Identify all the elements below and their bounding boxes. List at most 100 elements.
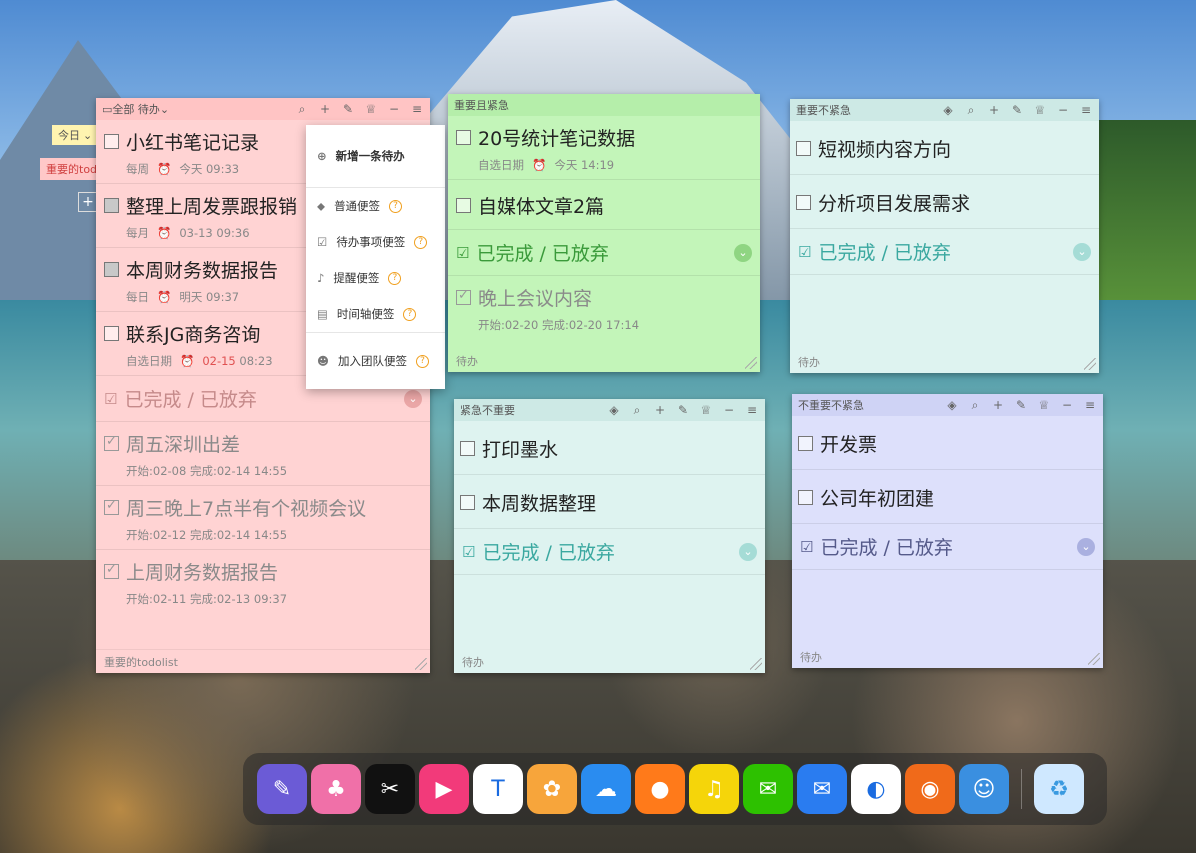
search-icon[interactable]: ⌕ <box>295 102 309 116</box>
photos-app-icon[interactable]: ✿ <box>527 764 577 814</box>
todo-item: 公司年初团建 <box>792 470 1103 524</box>
add-note-icon[interactable]: + <box>78 192 98 212</box>
pin-icon[interactable]: ✎ <box>1014 398 1028 412</box>
notes-app-icon[interactable]: ✎ <box>257 764 307 814</box>
chevron-down-icon[interactable]: ⌄ <box>1073 242 1091 261</box>
layers-icon[interactable]: ◈ <box>607 403 621 417</box>
menu-item-normal-note[interactable]: ⬥ 普通便签 ? <box>306 188 445 224</box>
chevron-down-icon[interactable]: ⌄ <box>739 542 757 561</box>
menu-icon[interactable]: ≡ <box>1083 398 1097 412</box>
completed-section-toggle[interactable]: ☑ 已完成 / 已放弃 ⌄ <box>792 524 1103 570</box>
add-icon[interactable]: + <box>318 102 332 116</box>
layers-icon[interactable]: ◈ <box>945 398 959 412</box>
todo-checkbox[interactable] <box>104 262 119 277</box>
character-app-icon[interactable]: ♣ <box>311 764 361 814</box>
todo-checkbox[interactable] <box>796 141 811 156</box>
folder-icon: ▭ <box>102 103 113 116</box>
skin-icon[interactable]: ♕ <box>1037 398 1051 412</box>
pin-icon[interactable]: ✎ <box>676 403 690 417</box>
note-footer-label: 待办 <box>800 651 822 664</box>
completed-section-toggle[interactable]: ☑ 已完成 / 已放弃 ⌄ <box>448 230 760 276</box>
pin-icon[interactable]: ✎ <box>1010 103 1024 117</box>
side-label-tag[interactable]: 重要的todolist <box>40 158 98 180</box>
cloud-app-icon[interactable]: ☁ <box>581 764 631 814</box>
add-icon[interactable]: + <box>987 103 1001 117</box>
todo-checkbox[interactable] <box>104 198 119 213</box>
menu-icon[interactable]: ≡ <box>1079 103 1093 117</box>
completed-section-toggle[interactable]: ☑ 已完成 / 已放弃 ⌄ <box>454 529 765 575</box>
chevron-down-icon[interactable]: ⌄ <box>1077 537 1095 556</box>
menu-item-reminder-note[interactable]: ♪ 提醒便签 ? <box>306 260 445 296</box>
resize-handle[interactable] <box>1088 653 1100 665</box>
resize-handle[interactable] <box>750 658 762 670</box>
resize-handle[interactable] <box>745 357 757 369</box>
todo-checkbox[interactable] <box>456 198 471 213</box>
filter-status-dropdown[interactable]: 待办 <box>138 103 160 116</box>
menu-item-timeline-note[interactable]: ▤ 时间轴便签 ? <box>306 296 445 332</box>
note-important-not-urgent: 重要不紧急 ◈ ⌕ + ✎ ♕ − ≡ 短视频内容方向 分析项目发展需求 ☑ 已… <box>790 99 1099 373</box>
search-icon[interactable]: ⌕ <box>968 398 982 412</box>
menu-icon[interactable]: ≡ <box>410 102 424 116</box>
menu-icon[interactable]: ≡ <box>745 403 759 417</box>
recycle-bin-icon[interactable]: ♻ <box>1034 764 1084 814</box>
qq-app-icon[interactable]: ◐ <box>851 764 901 814</box>
today-tag[interactable]: 今日 ⌄ <box>52 125 98 145</box>
add-icon[interactable]: + <box>991 398 1005 412</box>
layers-icon[interactable]: ◈ <box>941 103 955 117</box>
todo-checkbox[interactable] <box>104 134 119 149</box>
help-icon[interactable]: ? <box>416 354 429 368</box>
todo-checkbox-checked[interactable] <box>104 562 119 579</box>
menu-item-new-todo[interactable]: ⊕ 新增一条待办 <box>306 125 445 187</box>
chevron-down-icon[interactable]: ⌄ <box>734 243 752 262</box>
wechat-app-icon[interactable]: ✉ <box>743 764 793 814</box>
checkbox-checked-icon: ☑ <box>800 537 814 556</box>
resize-handle[interactable] <box>415 658 427 670</box>
note-urgent-important: 重要且紧急 20号统计笔记数据 自选日期 ⏰ 今天 14:19 自媒体文章2篇 ☑ … <box>448 94 760 372</box>
resize-handle[interactable] <box>1084 358 1096 370</box>
pin-icon[interactable]: ✎ <box>341 102 355 116</box>
skin-icon[interactable]: ♕ <box>699 403 713 417</box>
help-icon[interactable]: ? <box>389 199 403 213</box>
chevron-down-icon[interactable]: ⌄ <box>404 389 422 408</box>
menu-item-team-note[interactable]: ☻ 加入团队便签 ? <box>306 333 445 389</box>
filter-all-dropdown[interactable]: 全部 <box>112 103 134 116</box>
todo-checkbox-checked[interactable] <box>104 434 119 451</box>
todo-checkbox[interactable] <box>798 490 813 505</box>
finder-app-icon[interactable]: ☺ <box>959 764 1009 814</box>
video-app-icon[interactable]: ▶ <box>419 764 469 814</box>
note-not-important-not-urgent: 不重要不紧急 ◈ ⌕ + ✎ ♕ − ≡ 开发票 公司年初团建 ☑ 已完成 / … <box>792 394 1103 668</box>
firefox-app-icon[interactable]: ● <box>635 764 685 814</box>
add-icon[interactable]: + <box>653 403 667 417</box>
todo-checkbox[interactable] <box>460 441 475 456</box>
todo-checkbox-checked[interactable] <box>104 498 119 515</box>
music-app-icon[interactable]: ♫ <box>689 764 739 814</box>
search-icon[interactable]: ⌕ <box>964 103 978 117</box>
todo-checkbox[interactable] <box>104 326 119 341</box>
tencent-docs-app-icon[interactable]: T <box>473 764 523 814</box>
capcut-app-icon[interactable]: ✂ <box>365 764 415 814</box>
minimize-icon[interactable]: − <box>387 102 401 116</box>
add-note-menu: ⊕ 新增一条待办 ⬥ 普通便签 ? ☑ 待办事项便签 ? ♪ 提醒便签 ? ▤ … <box>306 125 445 389</box>
completed-section-toggle[interactable]: ☑ 已完成 / 已放弃 ⌄ <box>790 229 1099 275</box>
help-icon[interactable]: ? <box>414 235 428 249</box>
skin-icon[interactable]: ♕ <box>1033 103 1047 117</box>
minimize-icon[interactable]: − <box>1056 103 1070 117</box>
todo-checkbox[interactable] <box>460 495 475 510</box>
chevron-down-icon[interactable]: ⌄ <box>160 103 169 116</box>
todo-checkbox[interactable] <box>798 436 813 451</box>
todo-checkbox[interactable] <box>456 130 471 145</box>
minimize-icon[interactable]: − <box>722 403 736 417</box>
todo-checkbox-checked[interactable] <box>456 288 471 305</box>
menu-item-todo-note[interactable]: ☑ 待办事项便签 ? <box>306 224 445 260</box>
checkbox-checked-icon: ☑ <box>104 389 118 408</box>
minimize-icon[interactable]: − <box>1060 398 1074 412</box>
todo-checkbox[interactable] <box>796 195 811 210</box>
todo-item: 开发票 <box>792 416 1103 470</box>
note-footer-label: 待办 <box>456 355 478 368</box>
skin-icon[interactable]: ♕ <box>364 102 378 116</box>
chat-app-icon[interactable]: ✉ <box>797 764 847 814</box>
search-icon[interactable]: ⌕ <box>630 403 644 417</box>
help-icon[interactable]: ? <box>388 271 402 285</box>
game-app-icon[interactable]: ◉ <box>905 764 955 814</box>
help-icon[interactable]: ? <box>403 307 417 321</box>
